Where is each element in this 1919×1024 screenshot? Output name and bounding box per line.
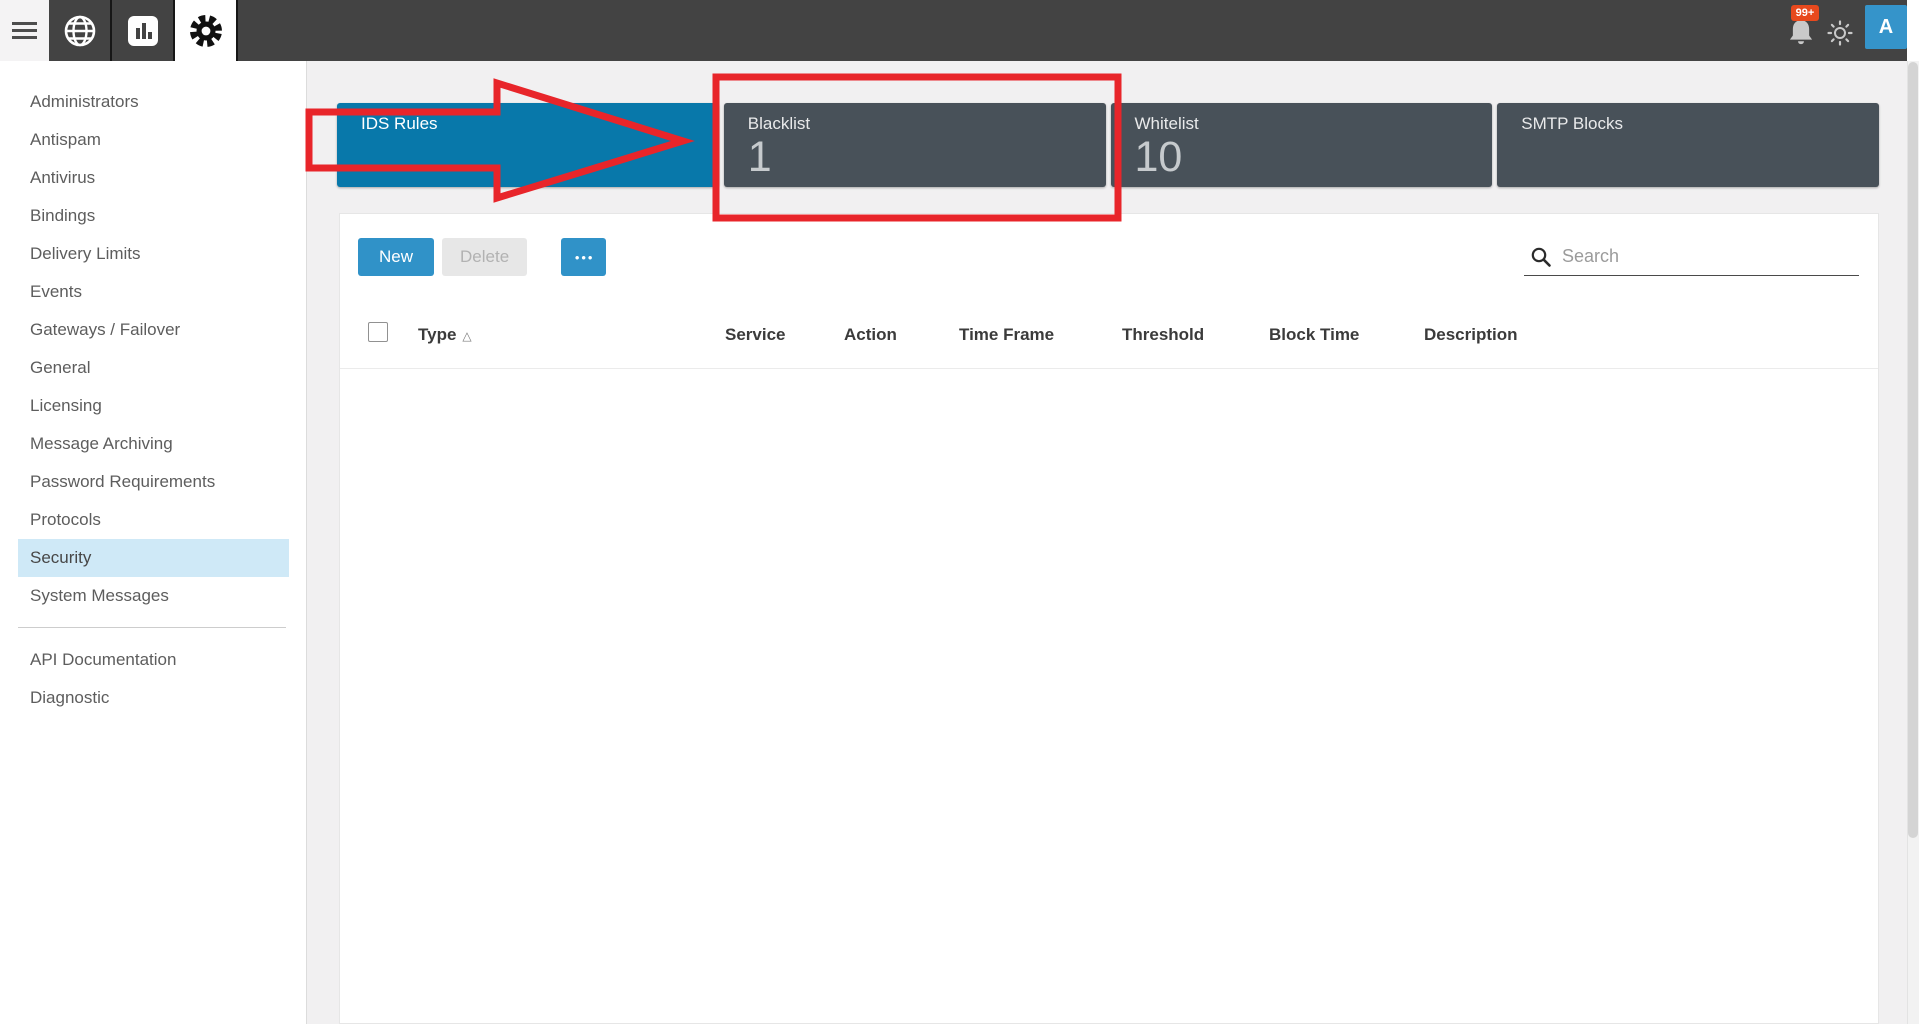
sidebar-item-message-archiving[interactable]: Message Archiving bbox=[0, 425, 306, 463]
tab-reports[interactable] bbox=[112, 0, 175, 61]
column-header-threshold[interactable]: Threshold bbox=[1122, 325, 1204, 345]
ids-rules-panel: New Delete ••• Type △ Service Action Time… bbox=[339, 213, 1879, 1024]
sidebar-item-general[interactable]: General bbox=[0, 349, 306, 387]
sun-icon bbox=[1827, 20, 1853, 46]
theme-toggle-button[interactable] bbox=[1827, 20, 1853, 46]
page-scrollbar-thumb[interactable] bbox=[1908, 62, 1918, 838]
card-smtp-blocks-label: SMTP Blocks bbox=[1521, 114, 1623, 133]
new-button[interactable]: New bbox=[358, 238, 435, 276]
tab-settings[interactable] bbox=[175, 0, 238, 61]
notification-count-badge: 99+ bbox=[1791, 5, 1819, 21]
sidebar-separator bbox=[18, 627, 286, 628]
sidebar-item-licensing[interactable]: Licensing bbox=[0, 387, 306, 425]
column-header-type-label: Type bbox=[418, 325, 457, 344]
notifications-button[interactable] bbox=[1786, 16, 1826, 50]
sidebar-item-protocols[interactable]: Protocols bbox=[0, 501, 306, 539]
column-header-action[interactable]: Action bbox=[844, 325, 897, 345]
column-header-time-frame[interactable]: Time Frame bbox=[959, 325, 1054, 345]
globe-icon bbox=[64, 15, 95, 46]
sidebar-item-security[interactable]: Security bbox=[18, 539, 289, 577]
sidebar-item-system-messages[interactable]: System Messages bbox=[0, 577, 306, 615]
menu-toggle-button[interactable] bbox=[0, 0, 49, 61]
card-whitelist-label: Whitelist bbox=[1134, 114, 1199, 133]
search-field bbox=[1524, 238, 1859, 276]
search-input[interactable] bbox=[1562, 246, 1859, 267]
card-smtp-blocks[interactable]: SMTP Blocks bbox=[1497, 103, 1879, 187]
delete-button[interactable]: Delete bbox=[442, 238, 528, 276]
sidebar-item-gateways-failover[interactable]: Gateways / Failover bbox=[0, 311, 306, 349]
sidebar-item-antivirus[interactable]: Antivirus bbox=[0, 159, 306, 197]
sidebar-item-diagnostic[interactable]: Diagnostic bbox=[0, 679, 306, 717]
security-section-cards: IDS Rules Blacklist 1 Whitelist 10 SMTP … bbox=[337, 103, 1879, 187]
column-header-service[interactable]: Service bbox=[725, 325, 786, 345]
search-icon bbox=[1531, 247, 1551, 267]
sidebar-item-delivery-limits[interactable]: Delivery Limits bbox=[0, 235, 306, 273]
gear-icon bbox=[189, 14, 222, 47]
top-bar: 99+ A bbox=[0, 0, 1907, 61]
card-whitelist[interactable]: Whitelist 10 bbox=[1110, 103, 1493, 187]
select-all-checkbox[interactable] bbox=[368, 322, 388, 342]
app-root: { "topbar": { "notification_badge": "99+… bbox=[0, 0, 1919, 1024]
card-blacklist-label: Blacklist bbox=[747, 114, 811, 133]
settings-sidebar: Administrators Antispam Antivirus Bindin… bbox=[0, 61, 307, 1024]
card-ids-rules[interactable]: IDS Rules bbox=[337, 103, 719, 187]
column-header-block-time[interactable]: Block Time bbox=[1269, 325, 1359, 345]
card-blacklist-count: 1 bbox=[747, 133, 772, 181]
sidebar-item-bindings[interactable]: Bindings bbox=[0, 197, 306, 235]
table-header-row: Type △ Service Action Time Frame Threshol… bbox=[340, 306, 1878, 369]
page-scrollbar-top bbox=[1907, 0, 1919, 61]
hamburger-icon bbox=[12, 22, 37, 39]
sidebar-item-events[interactable]: Events bbox=[0, 273, 306, 311]
user-avatar[interactable]: A bbox=[1865, 5, 1907, 49]
more-actions-button[interactable]: ••• bbox=[561, 238, 607, 276]
panel-toolbar: New Delete ••• bbox=[358, 238, 607, 276]
card-blacklist[interactable]: Blacklist 1 bbox=[723, 103, 1106, 187]
tab-domains[interactable] bbox=[49, 0, 112, 61]
sidebar-item-api-documentation[interactable]: API Documentation bbox=[0, 641, 306, 679]
card-ids-rules-label: IDS Rules bbox=[361, 114, 438, 133]
sidebar-item-password-requirements[interactable]: Password Requirements bbox=[0, 463, 306, 501]
column-header-type[interactable]: Type △ bbox=[418, 325, 472, 345]
top-nav-tabs bbox=[49, 0, 238, 61]
card-whitelist-count: 10 bbox=[1134, 133, 1183, 181]
column-header-description[interactable]: Description bbox=[1424, 325, 1518, 345]
sort-ascending-icon: △ bbox=[462, 329, 472, 343]
sidebar-item-administrators[interactable]: Administrators bbox=[0, 83, 306, 121]
sidebar-item-antispam[interactable]: Antispam bbox=[0, 121, 306, 159]
bar-chart-icon bbox=[127, 15, 158, 46]
